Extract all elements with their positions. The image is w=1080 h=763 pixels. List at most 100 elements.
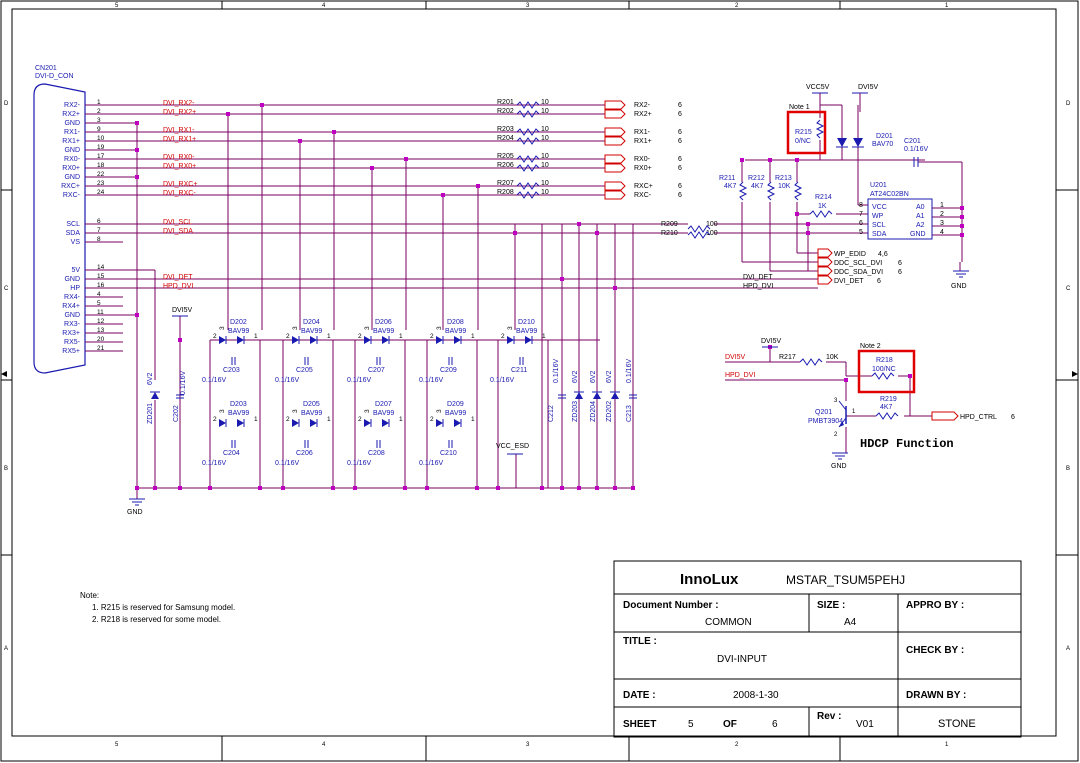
junction-dot bbox=[260, 103, 264, 107]
junction-dot bbox=[908, 374, 912, 378]
junction-dot bbox=[403, 486, 407, 490]
diode-triangle bbox=[382, 419, 389, 427]
note2-tag: Note 2 bbox=[860, 343, 881, 350]
schematic-sheet: 5 4 3 2 1 5 4 3 2 1 D C B A D C B A CN20… bbox=[0, 0, 1079, 762]
size-label: SIZE : bbox=[817, 600, 845, 611]
of-label: OF bbox=[723, 719, 737, 730]
junction-dot bbox=[135, 148, 139, 152]
col-label-top: 1 bbox=[945, 3, 949, 9]
connector-pin-name: 5V bbox=[71, 267, 80, 274]
power-label-dvi5v: DVI5V bbox=[761, 338, 782, 345]
resistor-ref: R211 bbox=[719, 175, 735, 182]
junction-dot bbox=[795, 158, 799, 162]
connector-pin-name: RXC+ bbox=[61, 183, 80, 190]
net-label: DVI_SCL bbox=[163, 219, 192, 226]
diode-part: BAV99 bbox=[373, 410, 394, 417]
cap-value: 0.1/16V bbox=[180, 371, 187, 395]
diode-ref: D206 bbox=[375, 319, 392, 326]
diode-pin-label: 1 bbox=[471, 333, 475, 340]
output-port-flag bbox=[604, 190, 626, 200]
connector-pin-name: RX5- bbox=[64, 339, 81, 346]
ddc-flag-label: DDC_SCL_DVI bbox=[834, 260, 882, 267]
connector-pins: RX2- 1RX2+ 2GND 3RX1- 9RX1+ 10GND 19RX0- 17RX0+… bbox=[61, 99, 123, 355]
check-by-label: CHECK BY : bbox=[906, 645, 964, 656]
row-label-right: C bbox=[1066, 286, 1071, 292]
output-ports: RX2- 6 RX2+ 6 RX1- 6 RX1+ 6 RX0- 6 RX0+ 6 RXC+ 6 RXC- 6 bbox=[604, 100, 682, 200]
zener-ref: ZD203 bbox=[572, 401, 579, 422]
doc-number-value: COMMON bbox=[705, 617, 752, 628]
diode-triangle bbox=[525, 336, 532, 344]
ic-pin-num: 7 bbox=[859, 211, 863, 218]
diode-pin-label: 3 bbox=[507, 326, 514, 330]
col-label-bottom: 3 bbox=[526, 742, 530, 748]
connector-pin-name: RX2- bbox=[64, 102, 81, 109]
drawn-by-value: STONE bbox=[938, 718, 976, 730]
hpd-ctrl-label: HPD_CTRL bbox=[960, 414, 997, 421]
row-label-right: A bbox=[1066, 646, 1070, 652]
ddc-flag-label: WP_EDID bbox=[834, 251, 866, 258]
diode-triangle bbox=[507, 336, 514, 344]
connector-pin-name: GND bbox=[64, 120, 80, 127]
ic-pin-name: A0 bbox=[916, 204, 925, 211]
gnd-label: GND bbox=[831, 463, 847, 470]
output-port-label: RX0- bbox=[634, 156, 651, 163]
diode-pin-label: 3 bbox=[292, 409, 299, 413]
zener-ref: ZD201 bbox=[147, 403, 154, 424]
power-flags-top: VCC5V DVI5V Note 1 bbox=[789, 84, 879, 111]
resistor-ref: R202 bbox=[497, 108, 514, 115]
diode-ref: D208 bbox=[447, 319, 464, 326]
net-label: DVI_RXC+ bbox=[163, 181, 197, 188]
diode-ref: D210 bbox=[518, 319, 535, 326]
resistor-ref: R204 bbox=[497, 135, 514, 142]
diode-pin-label: 2 bbox=[286, 333, 290, 340]
transistor-ref: Q201 bbox=[815, 409, 832, 416]
diode-triangle bbox=[292, 336, 299, 344]
diode-part: BAV99 bbox=[228, 328, 249, 335]
eeprom-u201: U201 AT24C02BN 8 VCC 7 WP 6 SCL 5 SDA A0… bbox=[859, 182, 944, 240]
junction-dot bbox=[560, 486, 564, 490]
diode-triangle bbox=[364, 419, 371, 427]
output-port-page: 6 bbox=[678, 165, 682, 172]
cap-ref: C207 bbox=[368, 367, 385, 374]
output-port-page: 6 bbox=[678, 129, 682, 136]
transistor-pin: 3 bbox=[834, 398, 838, 404]
resistor-ref: R212 bbox=[748, 175, 765, 182]
connector-pin-name: GND bbox=[64, 147, 80, 154]
junction-dot bbox=[560, 277, 564, 281]
resistor-value: 10 bbox=[541, 180, 549, 187]
diode-triangle bbox=[237, 336, 244, 344]
resistor-value: 10 bbox=[541, 162, 549, 169]
output-port-label: RX2+ bbox=[634, 111, 652, 118]
resistor-value: 10 bbox=[541, 135, 549, 142]
diode-pin-label: 2 bbox=[430, 416, 434, 423]
junction-dot bbox=[595, 231, 599, 235]
diode-pin-label: 3 bbox=[219, 409, 226, 413]
cap-ref: C203 bbox=[223, 367, 240, 374]
gnd-label: GND bbox=[127, 509, 143, 516]
gnd-symbol-right: GND bbox=[951, 270, 969, 290]
row-label-right: D bbox=[1066, 101, 1071, 107]
output-port-flag bbox=[604, 100, 626, 110]
pullup-resistors: R211 4K7 R212 4K7 R213 10K R214 1K bbox=[719, 175, 833, 218]
ic-pin-name: SDA bbox=[872, 231, 887, 238]
net-label-hpd-dvi: HPD_DVI bbox=[743, 283, 773, 290]
junction-dot bbox=[806, 231, 810, 235]
sheet-value: 5 bbox=[688, 719, 694, 730]
resistor-value: 100/NC bbox=[872, 366, 896, 373]
col-label-bottom: 5 bbox=[115, 742, 119, 748]
cap-value: 0.1/16V bbox=[275, 377, 299, 384]
col-label-top: 5 bbox=[115, 3, 119, 9]
net-label: DVI_RX0+ bbox=[163, 163, 196, 170]
junction-dot bbox=[496, 486, 500, 490]
zener-value: 6V2 bbox=[606, 370, 613, 383]
col-label-bottom: 4 bbox=[322, 742, 326, 748]
zener-value: 6V2 bbox=[572, 370, 579, 383]
diode-pin-label: 3 bbox=[364, 409, 371, 413]
cap-value: 0.1/16V bbox=[347, 460, 371, 467]
junction-dot bbox=[577, 222, 581, 226]
resistor-value: 10K bbox=[826, 354, 839, 361]
output-port-label: RX2- bbox=[634, 102, 651, 109]
junction-dot bbox=[135, 121, 139, 125]
junction-dot bbox=[178, 338, 182, 342]
cap-ref: C208 bbox=[368, 450, 385, 457]
